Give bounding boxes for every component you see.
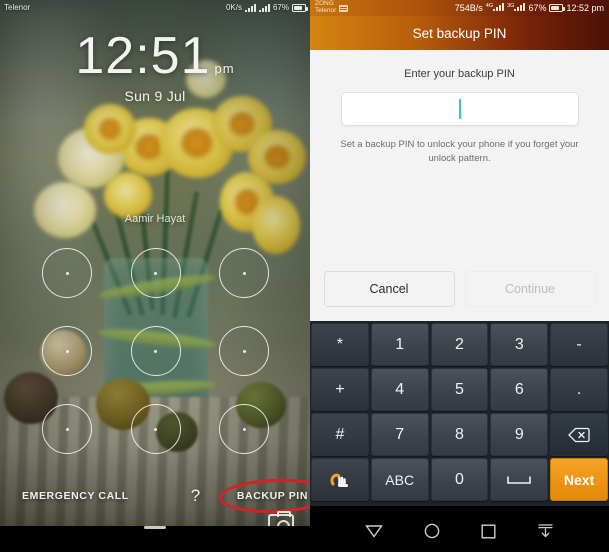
hide-keyboard-icon[interactable] — [537, 523, 554, 539]
set-backup-pin-panel: ZONG Telenor 754B/s 4G 3G 67% 12:52 pm S… — [310, 0, 609, 552]
pin-body: Enter your backup PIN Set a backup PIN t… — [310, 50, 609, 321]
clock-time: 12:51 pm — [75, 27, 235, 85]
key-0[interactable]: 0 — [430, 458, 489, 501]
battery-icon — [292, 3, 308, 12]
pattern-dot-5[interactable] — [130, 326, 181, 376]
pattern-dot-1[interactable] — [42, 248, 92, 298]
pattern-dot-7[interactable] — [42, 404, 92, 454]
clock-date: Sun 9 Jul — [124, 88, 186, 104]
key-5[interactable]: 5 — [430, 368, 489, 411]
signal-bars-icon-1 — [493, 3, 505, 11]
nav-handle[interactable] — [144, 526, 166, 529]
backspace-icon[interactable] — [550, 413, 608, 456]
cancel-button[interactable]: Cancel — [323, 271, 455, 307]
next-key[interactable]: Next — [550, 458, 608, 501]
pin-action-buttons: Cancel Continue — [310, 271, 609, 307]
lock-status-bar: Telenor 0K/s 67% — [0, 0, 310, 15]
keyboard-row-2: + 4 5 6 . — [310, 368, 609, 413]
key-abc[interactable]: ABC — [370, 458, 429, 501]
key-7[interactable]: 7 — [370, 413, 429, 456]
keyboard-row-1: * 1 2 3 - — [310, 323, 609, 368]
pin-battery-percent: 67% — [528, 3, 547, 13]
key-4[interactable]: 4 — [370, 368, 429, 411]
key-1[interactable]: 1 — [370, 323, 429, 366]
signal-bars-icon — [244, 3, 256, 12]
pattern-dot-9[interactable] — [219, 404, 270, 454]
home-circle-icon[interactable] — [424, 523, 440, 539]
battery-icon — [549, 4, 566, 12]
sim-card-icon — [339, 4, 349, 12]
key-asterisk[interactable]: * — [311, 323, 369, 366]
keyboard-row-4: ABC 0 Next — [310, 458, 609, 503]
emergency-call-button[interactable]: EMERGENCY CALL — [22, 490, 129, 502]
lock-screen-panel: Telenor 0K/s 67% 12:51 pm Sun 9 Jul Aamir… — [0, 0, 310, 552]
carrier-2-label: Telenor — [315, 7, 337, 14]
lock-nav-bar — [0, 526, 310, 552]
pattern-dot-8[interactable] — [130, 404, 181, 454]
recents-square-icon[interactable] — [481, 524, 496, 539]
keyboard-row-3: # 7 8 9 — [310, 413, 609, 458]
lock-carrier-label: Telenor — [4, 3, 31, 12]
pattern-dot-3[interactable] — [219, 248, 270, 298]
pin-hint-text: Set a backup PIN to unlock your phone if… — [340, 139, 579, 164]
pattern-lock-grid[interactable] — [42, 248, 270, 454]
pin-input[interactable] — [340, 92, 579, 126]
pattern-dot-6[interactable] — [219, 326, 270, 376]
key-8[interactable]: 8 — [430, 413, 489, 456]
lock-battery-percent: 67% — [272, 3, 289, 12]
numeric-keyboard: * 1 2 3 - + 4 5 6 . # 7 8 9 ABC 0 Next — [310, 321, 609, 506]
screenshot-root: Telenor 0K/s 67% 12:51 pm Sun 9 Jul Aamir… — [0, 0, 609, 552]
key-plus[interactable]: + — [311, 368, 369, 411]
signal-1-label: 4G — [485, 3, 494, 9]
lock-network-speed: 0K/s — [225, 3, 242, 12]
clock-ampm: pm — [214, 61, 235, 76]
signal-bars-icon-2 — [514, 3, 526, 11]
swipe-input-icon[interactable] — [311, 458, 369, 501]
key-3[interactable]: 3 — [490, 323, 549, 366]
pin-status-clock: 12:52 pm — [566, 3, 604, 13]
pin-nav-bar — [310, 506, 609, 552]
lock-clock: 12:51 pm Sun 9 Jul — [0, 30, 310, 104]
text-caret — [458, 99, 461, 119]
lock-bottom-bar: EMERGENCY CALL ? BACKUP PIN — [0, 477, 310, 515]
pin-field-label: Enter your backup PIN — [404, 68, 515, 80]
key-minus[interactable]: - — [550, 323, 608, 366]
pin-status-bar: ZONG Telenor 754B/s 4G 3G 67% 12:52 pm — [310, 0, 609, 16]
pattern-dot-4[interactable] — [42, 326, 92, 376]
dual-sim-carriers: ZONG Telenor — [315, 0, 349, 15]
owner-name: Aamir Hayat — [124, 213, 186, 225]
help-icon[interactable]: ? — [191, 486, 201, 506]
back-triangle-icon[interactable] — [364, 524, 383, 538]
signal-1-group: 4G — [485, 3, 505, 13]
key-9[interactable]: 9 — [490, 413, 549, 456]
signal-2-group: 3G — [507, 3, 526, 13]
signal-2-label: 3G — [507, 3, 515, 9]
signal-bars-icon-2 — [258, 3, 270, 12]
key-6[interactable]: 6 — [490, 368, 549, 411]
pattern-dot-2[interactable] — [130, 248, 181, 298]
key-hash[interactable]: # — [311, 413, 369, 456]
page-title: Set backup PIN — [412, 25, 507, 41]
pin-network-speed: 754B/s — [454, 3, 483, 13]
space-bar-icon[interactable] — [490, 458, 549, 501]
continue-button: Continue — [464, 271, 596, 307]
pin-header: Set backup PIN — [310, 16, 609, 50]
backup-pin-button[interactable]: BACKUP PIN — [218, 477, 310, 515]
key-period[interactable]: . — [550, 368, 608, 411]
key-2[interactable]: 2 — [430, 323, 489, 366]
